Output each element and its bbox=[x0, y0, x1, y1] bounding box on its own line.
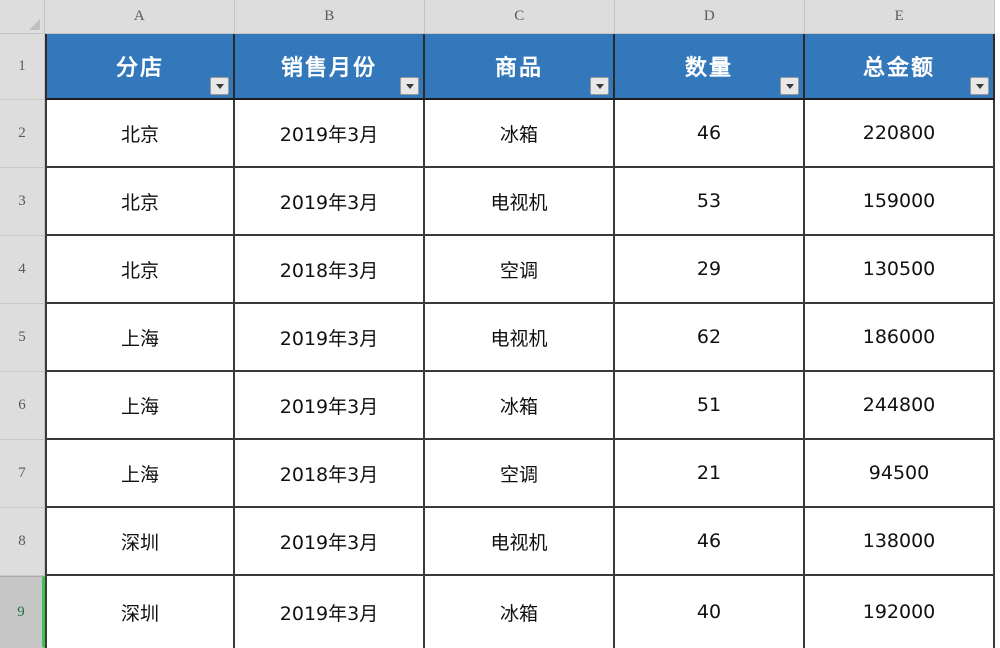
table-cell[interactable]: 244800 bbox=[805, 372, 995, 440]
row-header-4[interactable]: 4 bbox=[0, 236, 45, 304]
table-header-label: 数量 bbox=[684, 56, 733, 81]
table-header-cell: 数量 bbox=[615, 34, 805, 100]
filter-dropdown-icon[interactable] bbox=[590, 77, 609, 95]
column-header-c[interactable]: C bbox=[425, 0, 615, 34]
table-cell[interactable]: 138000 bbox=[805, 508, 995, 576]
row-header-2[interactable]: 2 bbox=[0, 100, 45, 168]
table-cell[interactable]: 深圳 bbox=[45, 508, 235, 576]
table-cell[interactable]: 2019年3月 bbox=[235, 100, 425, 168]
chevron-down-icon bbox=[595, 83, 604, 89]
table-cell[interactable]: 46 bbox=[615, 100, 805, 168]
table-header-cell: 商品 bbox=[425, 34, 615, 100]
table-cell[interactable]: 51 bbox=[615, 372, 805, 440]
filter-dropdown-icon[interactable] bbox=[210, 77, 229, 95]
table-cell[interactable]: 冰箱 bbox=[425, 576, 615, 648]
table-cell[interactable]: 2018年3月 bbox=[235, 236, 425, 304]
chevron-down-icon bbox=[785, 83, 794, 89]
table-cell[interactable]: 2019年3月 bbox=[235, 576, 425, 648]
table-header-cell: 销售月份 bbox=[235, 34, 425, 100]
table-cell[interactable]: 深圳 bbox=[45, 576, 235, 648]
table-cell[interactable]: 电视机 bbox=[425, 508, 615, 576]
table-cell[interactable]: 2019年3月 bbox=[235, 508, 425, 576]
column-header-b[interactable]: B bbox=[235, 0, 425, 34]
filter-dropdown-icon[interactable] bbox=[970, 77, 989, 95]
table-cell[interactable]: 40 bbox=[615, 576, 805, 648]
spreadsheet-canvas: A B C D E 1 分店 销售月份 商品 数量 总金额 2 北京 2019年3月 冰箱 46 220800 3… bbox=[0, 0, 1000, 648]
table-header-label: 销售月份 bbox=[280, 56, 377, 81]
table-cell[interactable]: 192000 bbox=[805, 576, 995, 648]
table-cell[interactable]: 29 bbox=[615, 236, 805, 304]
table-cell[interactable]: 220800 bbox=[805, 100, 995, 168]
table-cell[interactable]: 电视机 bbox=[425, 168, 615, 236]
row-header-9[interactable]: 9 bbox=[0, 576, 45, 648]
table-cell[interactable]: 上海 bbox=[45, 304, 235, 372]
table-cell[interactable]: 北京 bbox=[45, 100, 235, 168]
spreadsheet-grid: A B C D E 1 分店 销售月份 商品 数量 总金额 2 北京 2019年3月 冰箱 46 220800 3… bbox=[0, 0, 1000, 648]
row-header-8[interactable]: 8 bbox=[0, 508, 45, 576]
table-cell[interactable]: 上海 bbox=[45, 440, 235, 508]
table-cell[interactable]: 21 bbox=[615, 440, 805, 508]
table-header-cell: 总金额 bbox=[805, 34, 995, 100]
row-header-3[interactable]: 3 bbox=[0, 168, 45, 236]
row-header-5[interactable]: 5 bbox=[0, 304, 45, 372]
row-header-7[interactable]: 7 bbox=[0, 440, 45, 508]
column-header-a[interactable]: A bbox=[45, 0, 235, 34]
table-cell[interactable]: 2018年3月 bbox=[235, 440, 425, 508]
table-cell[interactable]: 空调 bbox=[425, 440, 615, 508]
table-header-cell: 分店 bbox=[45, 34, 235, 100]
table-cell[interactable]: 186000 bbox=[805, 304, 995, 372]
row-header-6[interactable]: 6 bbox=[0, 372, 45, 440]
filter-dropdown-icon[interactable] bbox=[400, 77, 419, 95]
table-cell[interactable]: 159000 bbox=[805, 168, 995, 236]
table-cell[interactable]: 130500 bbox=[805, 236, 995, 304]
table-cell[interactable]: 电视机 bbox=[425, 304, 615, 372]
table-cell[interactable]: 62 bbox=[615, 304, 805, 372]
table-cell[interactable]: 94500 bbox=[805, 440, 995, 508]
table-cell[interactable]: 2019年3月 bbox=[235, 372, 425, 440]
table-cell[interactable]: 2019年3月 bbox=[235, 168, 425, 236]
table-cell[interactable]: 2019年3月 bbox=[235, 304, 425, 372]
chevron-down-icon bbox=[215, 83, 224, 89]
chevron-down-icon bbox=[975, 83, 984, 89]
select-all-triangle-icon bbox=[29, 19, 40, 30]
table-cell[interactable]: 上海 bbox=[45, 372, 235, 440]
table-header-label: 分店 bbox=[115, 56, 164, 81]
table-cell[interactable]: 北京 bbox=[45, 236, 235, 304]
table-cell[interactable]: 空调 bbox=[425, 236, 615, 304]
select-all-corner[interactable] bbox=[0, 0, 45, 34]
table-header-label: 总金额 bbox=[862, 56, 935, 81]
table-cell[interactable]: 53 bbox=[615, 168, 805, 236]
column-header-d[interactable]: D bbox=[615, 0, 805, 34]
table-cell[interactable]: 北京 bbox=[45, 168, 235, 236]
row-header-1[interactable]: 1 bbox=[0, 34, 45, 100]
filter-dropdown-icon[interactable] bbox=[780, 77, 799, 95]
column-header-e[interactable]: E bbox=[805, 0, 995, 34]
table-cell[interactable]: 冰箱 bbox=[425, 100, 615, 168]
table-cell[interactable]: 46 bbox=[615, 508, 805, 576]
table-cell[interactable]: 冰箱 bbox=[425, 372, 615, 440]
table-header-label: 商品 bbox=[494, 56, 543, 81]
chevron-down-icon bbox=[405, 83, 414, 89]
